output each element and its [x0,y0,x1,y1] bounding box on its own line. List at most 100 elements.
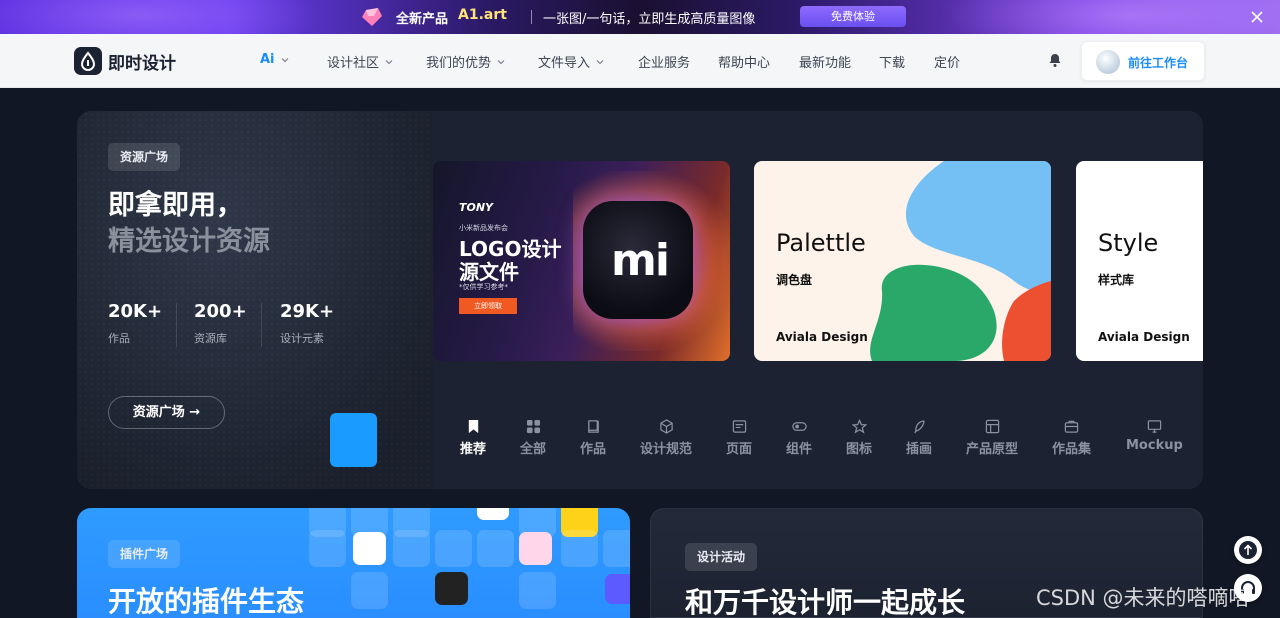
free-trial-button[interactable]: 免费体验 [800,6,906,27]
card-title: 源文件 [459,260,519,284]
card-title: Style [1098,229,1159,257]
plugin-tile-icon [477,508,509,520]
globe-icon [605,574,630,604]
divider [176,303,177,347]
nav-label: 文件导入 [538,56,591,71]
nav-label: 帮助中心 [718,56,771,71]
tab-works[interactable]: 作品 [580,419,606,457]
tab-all[interactable]: 全部 [520,419,546,457]
stat-libraries: 200+ 资源库 [194,301,247,346]
tab-label: 作品集 [1052,442,1092,457]
decorative-block [330,413,377,467]
nav-label: Ai [260,52,275,67]
promo-banner: 全新产品 A1.art 一张图/一句话，立即生成高质量图像 免费体验 [0,0,1280,34]
cube-icon [659,419,673,434]
card-subtitle: 样式库 [1098,273,1135,287]
plugin-tile [393,530,430,567]
hero-title: 即拿即用， [108,190,243,221]
nav-item-ai[interactable]: Ai [260,52,290,67]
card-author: Aviala Design [1098,330,1190,344]
plugin-tiles [309,508,630,618]
tab-label: 全部 [520,442,547,457]
plugin-tile [561,530,598,567]
resource-hero: 资源广场 即拿即用， 精选设计资源 20K+ 作品 200+ 资源库 29K+ … [77,111,1203,489]
tab-label: 推荐 [460,442,487,457]
promo-brand[interactable]: A1.art [458,7,507,23]
resource-card-mi-logo[interactable]: mi TONY 小米新品发布会 LOGO设计 源文件 *仅供学习参考* 立即领取 [433,161,730,361]
card-subtitle: 调色盘 [776,273,813,287]
nav-label: 最新功能 [799,56,852,71]
tab-label: 设计规范 [640,442,693,457]
plugin-tile-icon [353,532,386,565]
card-author: Aviala Design [776,330,868,344]
chevron-down-icon [596,59,604,64]
plugin-tile [477,530,514,567]
nav-item-enterprise[interactable]: 企业服务 [638,52,690,71]
tab-label: 插画 [906,442,933,457]
resource-card-style[interactable]: Style 样式库 Aviala Design [1076,161,1203,361]
star-icon [851,419,867,434]
stat-label: 作品 [108,332,130,345]
nav-label: 我们的优势 [426,56,492,71]
feather-icon [913,420,925,434]
back-to-top-button[interactable] [1234,536,1262,564]
workspace-label: 前往工作台 [1128,56,1189,70]
stat-label: 设计元素 [280,332,324,345]
tab-prototypes[interactable]: 产品原型 [966,419,1018,457]
nav-item-advantages[interactable]: 我们的优势 [426,52,506,71]
plugin-plaza-card[interactable]: 插件广场 开放的插件生态 [77,508,630,618]
briefcase-icon [1064,420,1079,433]
page-icon [732,420,746,433]
section-tag: 资源广场 [108,143,181,171]
tab-portfolios[interactable]: 作品集 [1052,419,1091,457]
nav-item-pricing[interactable]: 定价 [934,52,960,71]
stat-elements: 29K+ 设计元素 [280,301,334,346]
divider [261,303,262,347]
tab-components[interactable]: 组件 [786,419,812,457]
bell-icon[interactable] [1047,52,1063,68]
tab-design-spec[interactable]: 设计规范 [640,419,692,457]
tab-icons[interactable]: 图标 [846,419,872,457]
tab-label: 产品原型 [966,442,1019,457]
tab-illustrations[interactable]: 插画 [906,419,932,457]
tab-pages[interactable]: 页面 [726,419,752,457]
tab-label: 图标 [846,442,873,457]
top-nav: 即时设计 Ai 设计社区 我们的优势 文件导入 企业服务 帮助中心 最新功能 下… [0,34,1280,88]
tab-recommended[interactable]: 推荐 [460,419,486,457]
tab-mockup[interactable]: Mockup [1126,419,1183,453]
plugin-tile [435,530,472,567]
stat-works: 20K+ 作品 [108,301,162,346]
chevron-down-icon [281,57,288,62]
monitor-icon [1147,420,1162,433]
nav-item-download[interactable]: 下载 [879,52,905,71]
resource-card-palette[interactable]: Palettle 调色盘 Aviala Design [754,161,1051,361]
nav-item-help[interactable]: 帮助中心 [718,52,770,71]
nav-item-import[interactable]: 文件导入 [538,52,605,71]
logo-text[interactable]: 即时设计 [108,49,176,74]
nav-item-new-features[interactable]: 最新功能 [799,52,851,71]
promo-badge: 全新产品 [396,12,449,27]
card-title: Palettle [776,229,866,257]
layout-icon [985,419,999,434]
nav-label: 定价 [934,56,961,71]
tab-label: 作品 [580,442,607,457]
tab-label: Mockup [1126,438,1183,453]
nav-item-community[interactable]: 设计社区 [327,52,394,71]
promo-divider [531,10,532,24]
close-icon[interactable] [1249,9,1265,25]
resource-plaza-button[interactable]: 资源广场 → [108,396,225,429]
nav-label: 设计社区 [327,56,380,71]
logo-icon[interactable] [74,47,102,75]
promo-glow [0,0,320,34]
stat-number: 29K+ [280,301,335,322]
plugin-tile [309,530,346,567]
card-subtitle: 小米新品发布会 [459,224,508,232]
plugin-tile [603,530,630,567]
plugin-tile [351,572,388,609]
section-tag: 设计活动 [685,543,758,571]
stat-number: 20K+ [108,301,163,322]
tab-label: 页面 [726,442,753,457]
gem-icon [362,8,382,26]
activity-title: 和万千设计师一起成长 [685,586,966,618]
workspace-button[interactable]: 前往工作台 [1081,41,1205,81]
